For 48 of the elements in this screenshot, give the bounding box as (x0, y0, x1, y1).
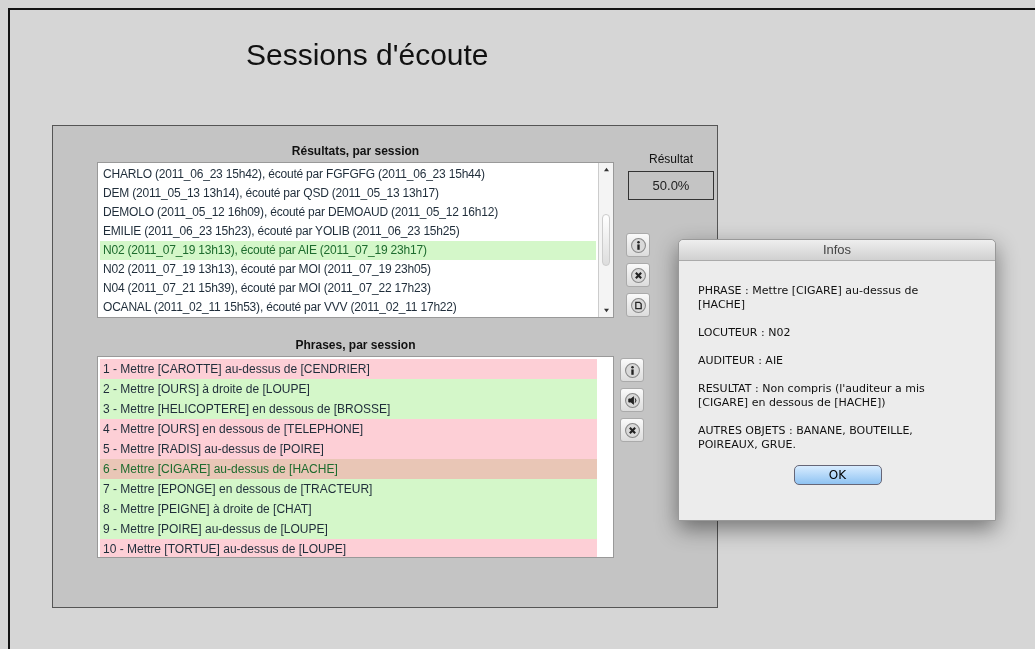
phrase-row[interactable]: 5 - Mettre [RADIS] au-dessus de [POIRE] (100, 439, 597, 459)
phrases-list[interactable] (97, 356, 614, 558)
close-icon (630, 267, 646, 283)
info-line: AUDITEUR : AIE (698, 354, 785, 368)
session-row[interactable]: OCANAL (2011_02_11 15h53), écouté par VVV (2011_02_11 17h22) (100, 298, 596, 317)
speaker-icon (624, 392, 640, 408)
phrase-row[interactable]: 1 - Mettre [CAROTTE] au-dessus de [CENDRIER] (100, 359, 597, 379)
session-row[interactable]: DEMOLO (2011_05_12 16h09), écouté par DEMOAUD (2011_05_12 16h12) (100, 203, 596, 222)
delete-button[interactable] (626, 263, 650, 287)
scroll-down-icon[interactable] (602, 308, 610, 313)
page-title: Sessions d'écoute (245, 37, 490, 73)
scroll-thumb[interactable] (602, 214, 610, 266)
session-row[interactable]: DEM (2011_05_13 13h14), écouté par QSD (2011_05_13 13h17) (100, 184, 596, 203)
phrase-row[interactable]: 8 - Mettre [PEIGNE] à droite de [CHAT] (100, 499, 597, 519)
sound-button[interactable] (620, 388, 644, 412)
session-row[interactable]: N02 (2011_07_19 13h13), écouté par MOI (2011_07_19 23h05) (100, 260, 596, 279)
phrases-heading: Phrases, par session (294, 338, 417, 354)
result-value: 50.0% (628, 171, 714, 200)
dialog-title: Infos (679, 240, 995, 261)
info-icon (624, 362, 640, 378)
info-line: PHRASE : Mettre [CIGARE] au-dessus de [HACHE] (698, 284, 920, 312)
session-row[interactable]: EMILIE (2011_06_23 15h23), écouté par YOLIB (2011_06_23 15h25) (100, 222, 596, 241)
session-row[interactable]: N04 (2011_07_21 15h39), écouté par MOI (2011_07_22 17h23) (100, 279, 596, 298)
info-button[interactable] (620, 358, 644, 382)
result-label: Résultat (649, 152, 693, 166)
results-list[interactable] (97, 162, 614, 318)
info-icon (630, 237, 646, 253)
ok-button[interactable]: OK (793, 465, 882, 485)
phrase-row[interactable]: 3 - Mettre [HELICOPTERE] en dessous de [BROSSE] (100, 399, 597, 419)
info-line: AUTRES OBJETS : BANANE, BOUTEILLE, POIREAUX, GRUE. (698, 424, 914, 452)
phrase-row[interactable]: 7 - Mettre [EPONGE] en dessous de [TRACTEUR] (100, 479, 597, 499)
info-line: LOCUTEUR : N02 (698, 326, 792, 340)
delete-button[interactable] (620, 418, 644, 442)
session-row[interactable]: CHARLO (2011_06_23 15h42), écouté par FGFGFG (2011_06_23 15h44) (100, 165, 596, 184)
info-line: RESULTAT : Non compris (l'auditeur a mis [CIGARE] en dessous de [HACHE]) (698, 382, 926, 410)
results-heading: Résultats, par session (290, 144, 421, 160)
scroll-up-icon[interactable] (602, 167, 610, 172)
session-row[interactable]: N02 (2011_07_19 13h13), écouté par AIE (2011_07_19 23h17) (100, 241, 596, 260)
scrollbar[interactable] (598, 163, 613, 317)
phrase-row[interactable]: 9 - Mettre [POIRE] au-dessus de [LOUPE] (100, 519, 597, 539)
export-button[interactable] (626, 293, 650, 317)
phrase-row[interactable]: 10 - Mettre [TORTUE] au-dessus de [LOUPE] (100, 539, 597, 557)
document-icon (630, 297, 646, 313)
close-icon (624, 422, 640, 438)
phrase-row[interactable]: 4 - Mettre [OURS] en dessous de [TELEPHONE] (100, 419, 597, 439)
phrase-row[interactable]: 6 - Mettre [CIGARE] au-dessus de [HACHE] (100, 459, 597, 479)
phrase-row[interactable]: 2 - Mettre [OURS] à droite de [LOUPE] (100, 379, 597, 399)
info-button[interactable] (626, 233, 650, 257)
